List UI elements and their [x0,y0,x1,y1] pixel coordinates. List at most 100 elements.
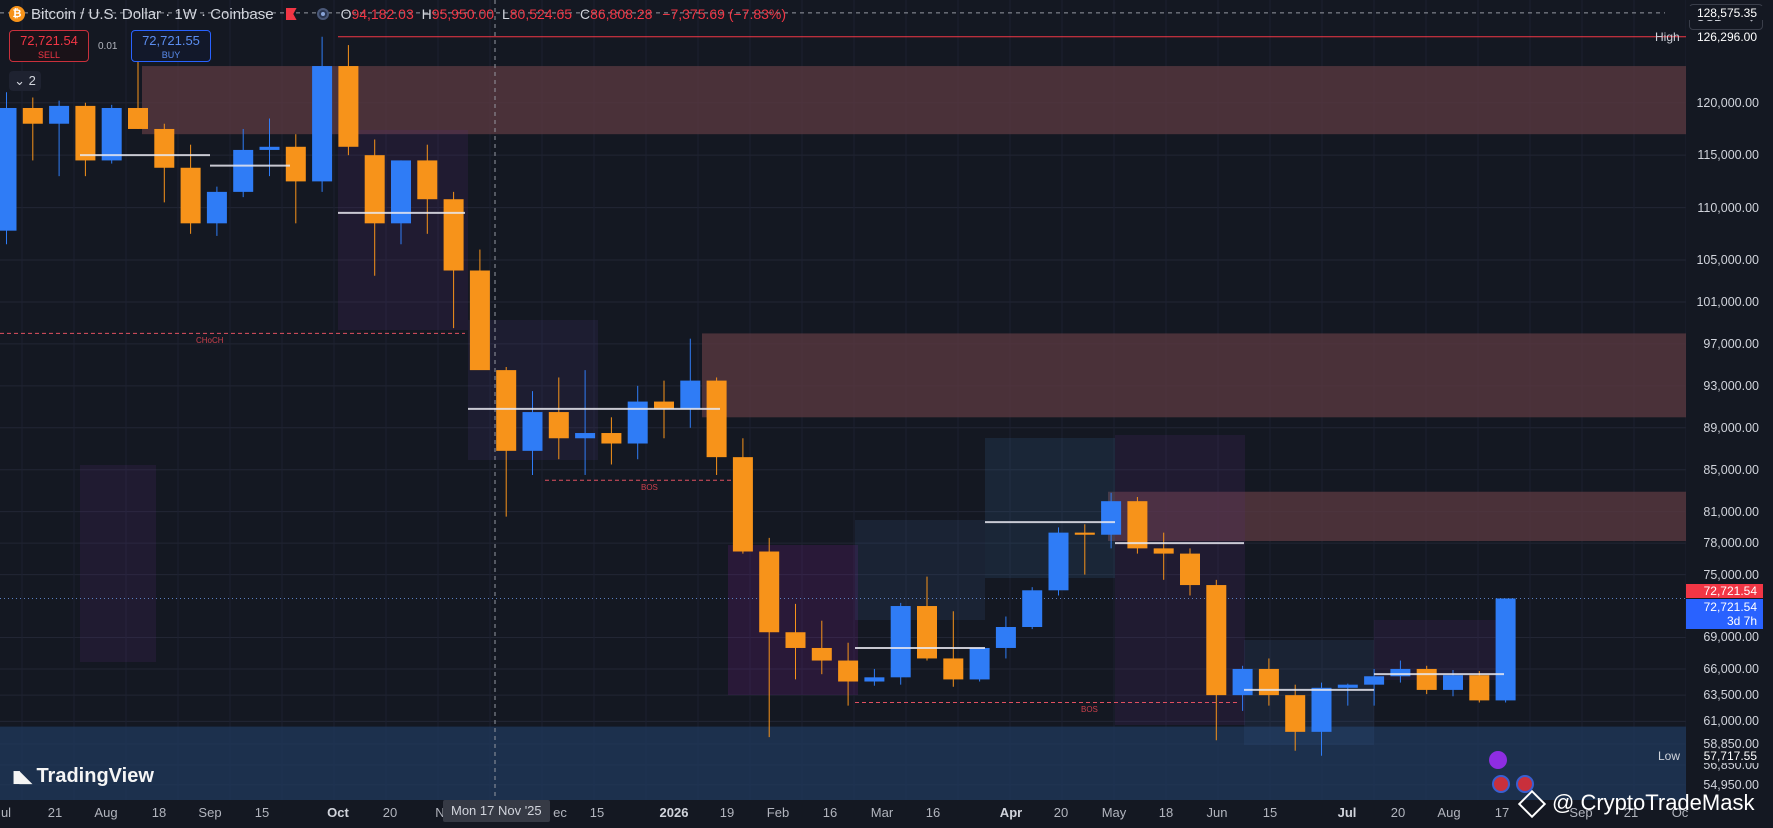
bos-label: BOS [1081,705,1098,715]
price-tick-label: 115,000.00 [1697,148,1759,163]
candle-body [101,107,122,161]
time-tick-label: 2026 [659,805,689,820]
buy-button[interactable]: 72,721.55 BUY [131,30,211,62]
ohlc-values: O94,182.03 H95,950.00 L80,524.65 C86,808… [340,6,787,22]
price-tick-label: 69,000.00 [1703,630,1759,645]
price-tick-label: 97,000.00 [1703,336,1759,351]
bos-label: BOS [641,483,658,493]
candle-body [338,66,359,147]
candle-body [1206,585,1227,696]
event-icon[interactable] [1489,751,1507,769]
time-tick-label: Sep [198,805,222,820]
candle-body [1180,553,1200,586]
candle-body [706,380,727,458]
symbol-title[interactable]: Bitcoin / U.S. Dollar · 1W · Coinbase [31,6,274,23]
time-tick-label: 18 [1158,805,1174,820]
open-value: 94,182.03 [351,6,414,22]
bitcoin-icon: ₿ [9,6,25,22]
price-tick-label: 66,000.00 [1703,661,1759,676]
candle-body [154,128,175,168]
price-tick-label: 93,000.00 [1703,378,1759,393]
candle-body [391,160,411,224]
candle-body [654,401,674,409]
supply-zone [702,333,1686,418]
candle-body [180,167,201,224]
price-tick-label: 89,000.00 [1703,420,1759,435]
candle-body [469,270,490,371]
time-tick-label: 20 [382,805,398,820]
candle-body [128,107,148,129]
candle-body [1048,532,1069,591]
candle-body [1258,668,1279,696]
tradingview-icon: ▮◣ [12,766,32,786]
candle-body [759,551,780,633]
time-tick-label: 16 [925,805,941,820]
time-tick-label: 15 [254,805,270,820]
candle-body [1364,676,1385,685]
price-tick-label: 81,000.00 [1703,504,1759,519]
sell-label: SELL [37,50,61,60]
time-tick-label: Jul [1337,805,1357,820]
indicator-toggle[interactable]: ⌄ 2 [9,71,41,91]
time-tick-label: Jun [1206,805,1228,820]
candle-body [233,149,254,192]
flag-icon[interactable] [285,8,297,20]
time-tick-label: Mar [870,805,894,820]
price-chart[interactable] [0,0,1686,800]
candle-body [49,105,70,124]
buy-price: 72,721.55 [142,33,200,48]
price-tick-label: 101,000.00 [1696,294,1759,309]
time-tick-label: 16 [822,805,838,820]
candle-body [1285,695,1306,732]
candle-body [943,658,964,680]
price-tick-label: 105,000.00 [1696,253,1759,268]
high-price-tag: 126,296.00 [1686,29,1763,44]
supply-zone [142,66,1686,135]
price-tick-label: 110,000.00 [1697,200,1759,215]
symbol-header: ₿ Bitcoin / U.S. Dollar · 1W · Coinbase … [0,0,1680,28]
candle-body [680,380,701,409]
candle-body [75,105,96,161]
candle-body [548,412,569,439]
time-tick-label: 20 [1390,805,1406,820]
candle-body [1416,668,1437,690]
low-price-tag: 57,717.55 [1686,748,1763,763]
us-flag-icon[interactable] [1492,775,1510,793]
candle-body [443,199,464,271]
crosshair-date: Mon 17 Nov '25 [443,800,550,822]
candle-body [890,606,911,678]
time-axis[interactable]: ul 21 Aug 18 Sep 15 Oct 20 Nec 15 2026 19 Feb 16 Mar 16… [0,800,1688,828]
spread-value: 0.01 [98,41,118,52]
tradingview-logo[interactable]: ▮◣ TradingView [12,765,154,788]
price-axis[interactable]: 120,000.00 115,000.00 110,000.00 105,000.00… [1686,0,1773,800]
market-status-icon[interactable] [316,8,329,20]
time-tick-label: 18 [151,805,167,820]
candle-body [995,626,1016,648]
bid-price-tag: 72,721.54 3d 7h [1686,599,1763,630]
candle-body [1337,684,1358,688]
time-tick-label: 19 [719,805,735,820]
candle-body [1311,687,1332,732]
price-tick-label: 63,500.00 [1703,688,1759,703]
high-label: High [1655,29,1680,44]
candle-body [206,191,227,224]
candle-body [1495,598,1516,701]
candle-body [1443,675,1463,690]
price-tick-label: 120,000.00 [1696,95,1759,110]
time-tick-label: 20 [1053,805,1069,820]
low-label: Low [1658,748,1681,763]
candle-body [601,433,622,444]
candle-body [312,66,333,182]
time-tick-label: Apr [999,805,1023,820]
last-price-tag: 72,721.54 [1686,584,1763,599]
candle-body [22,107,43,124]
indicator-count: 2 [28,73,36,88]
logo-text: TradingView [36,765,154,787]
candle-body [1074,532,1095,535]
candle-body [1127,501,1148,549]
sell-button[interactable]: 72,721.54 SELL [9,30,89,62]
candle-body [575,433,596,439]
candle-body [785,632,806,648]
candle-body [969,647,990,680]
candle-body [917,606,937,659]
